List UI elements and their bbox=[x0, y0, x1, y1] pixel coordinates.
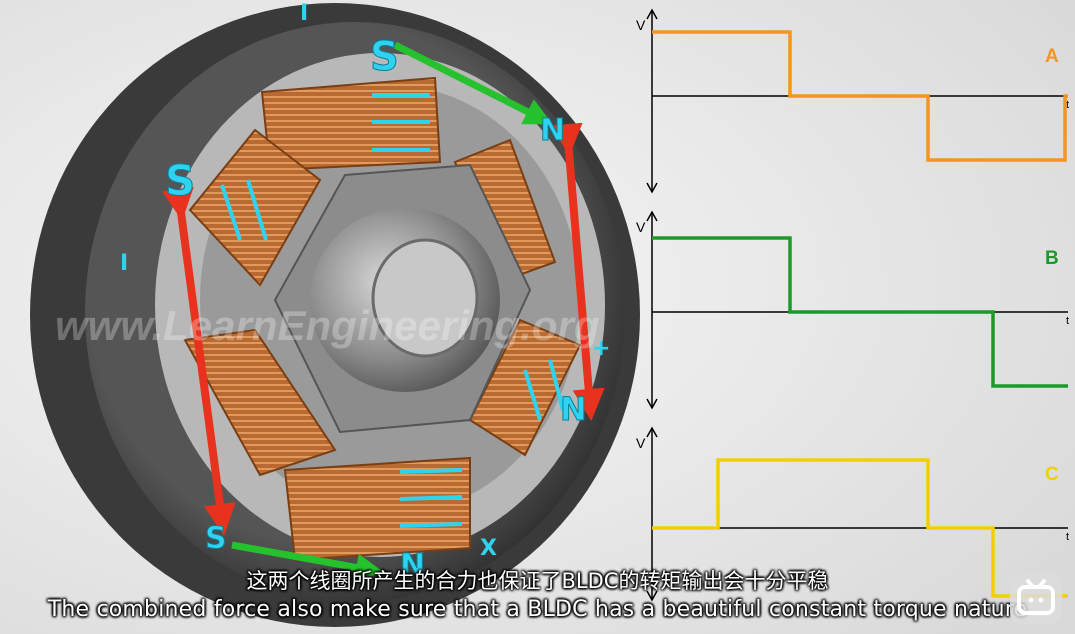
pole-label-s-left: S bbox=[165, 156, 195, 205]
tv-logo-icon[interactable] bbox=[1010, 572, 1062, 624]
phase-label-left: I bbox=[120, 251, 128, 276]
pole-label-n-right: N bbox=[540, 113, 565, 148]
bldc-motor: S N S N S N I I + X www.LearnEngineering… bbox=[30, 1, 640, 627]
watermark: www.LearnEngineering.org bbox=[55, 302, 600, 349]
v-axis-label: V bbox=[636, 17, 646, 33]
phase-name-label: A bbox=[1045, 46, 1059, 67]
phase-label-x: X bbox=[480, 536, 497, 561]
subtitle-chinese: 这两个线圈所产生的合力也保证了BLDC的转矩输出会十分平稳 bbox=[246, 569, 829, 593]
phase-name-label: C bbox=[1045, 464, 1059, 485]
v-axis-label: V bbox=[636, 435, 646, 451]
phase-label-top: I bbox=[300, 1, 308, 26]
pole-label-s-bottom: S bbox=[205, 521, 227, 556]
t-axis-label: t bbox=[1066, 531, 1069, 543]
subtitle-english: The combined force also make sure that a… bbox=[47, 597, 1028, 622]
v-axis-label: V bbox=[636, 219, 646, 235]
phase-name-label: B bbox=[1045, 248, 1059, 269]
t-axis-label: t bbox=[1066, 315, 1069, 327]
coil-bottom bbox=[283, 456, 471, 562]
pole-label-n-lower-right: N bbox=[560, 390, 587, 428]
motor-diagram: S N S N S N I I + X www.LearnEngineering… bbox=[0, 0, 1075, 634]
pole-label-s-top: S bbox=[370, 34, 399, 80]
